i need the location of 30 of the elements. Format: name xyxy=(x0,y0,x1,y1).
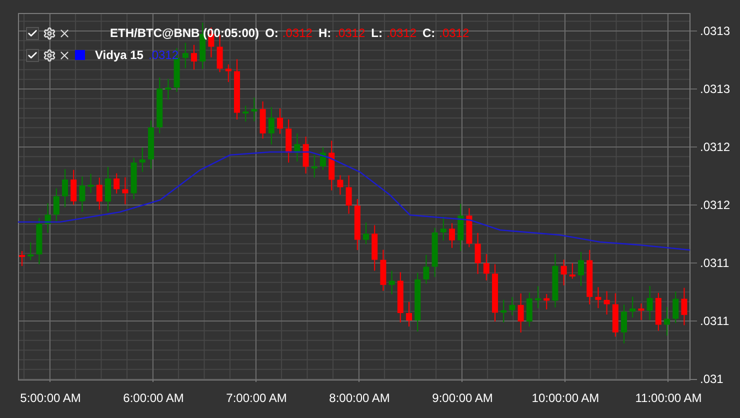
y-axis-label: .0311 xyxy=(700,313,730,330)
visibility-checkbox[interactable] xyxy=(26,48,39,62)
ohlc-label: O: xyxy=(265,25,278,42)
x-axis-label: 8:00:00 AM xyxy=(329,390,390,407)
visibility-checkbox[interactable] xyxy=(26,26,39,40)
x-axis-label: 7:00:00 AM xyxy=(226,390,287,407)
x-axis-label: 5:00:00 AM xyxy=(20,390,81,407)
x-axis-label: 10:00:00 AM xyxy=(532,390,600,407)
ohlc-label: L: xyxy=(371,25,382,42)
ohlc-label: C: xyxy=(422,25,436,42)
ohlc-value: .0312 xyxy=(439,25,470,42)
settings-icon[interactable] xyxy=(43,48,56,62)
y-axis-label: .0311 xyxy=(700,255,730,272)
series-label: Vidya 15 xyxy=(95,47,144,64)
close-icon[interactable] xyxy=(58,26,71,40)
y-axis-label: .0313 xyxy=(700,23,730,40)
ohlc-value: .0312 xyxy=(386,25,416,42)
close-icon[interactable] xyxy=(58,48,71,62)
indicator-value: .0312 xyxy=(148,47,179,64)
x-axis-label: 11:00:00 AM xyxy=(635,390,702,407)
ohlc-label: H: xyxy=(318,25,332,42)
ohlc-value: .0312 xyxy=(335,25,366,42)
x-axis-label: 6:00:00 AM xyxy=(123,390,184,407)
y-axis-label: .031 xyxy=(700,371,724,388)
x-axis-label: 9:00:00 AM xyxy=(432,390,493,407)
y-axis-label: .0312 xyxy=(700,139,730,156)
y-axis-label: .0313 xyxy=(700,81,730,98)
settings-icon[interactable] xyxy=(43,26,56,40)
ohlc-value: .0312 xyxy=(282,25,312,42)
y-axis-label: .0312 xyxy=(700,197,730,214)
